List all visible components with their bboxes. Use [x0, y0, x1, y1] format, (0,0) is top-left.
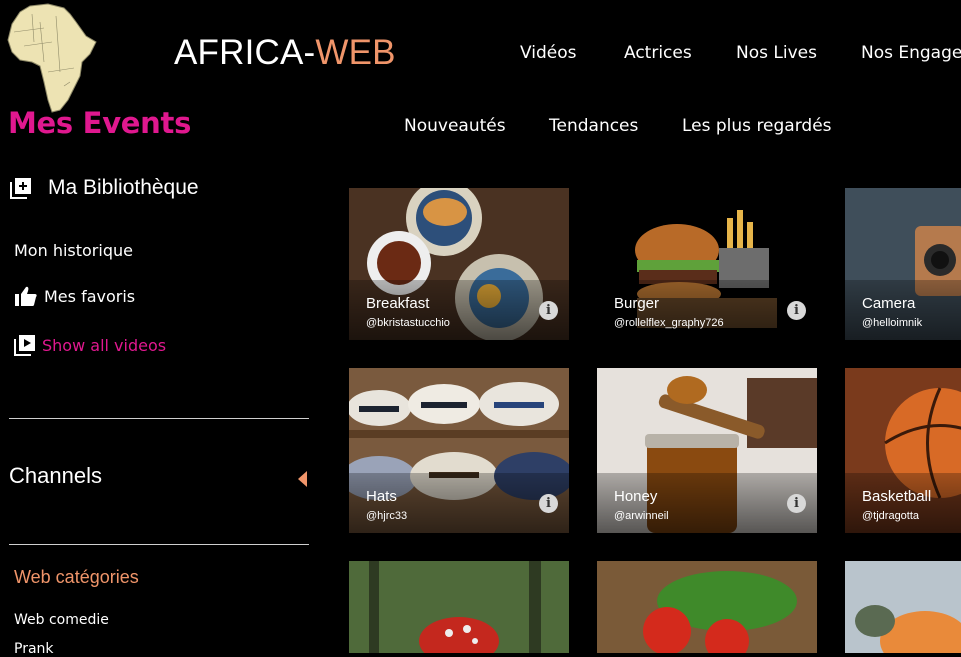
- video-card-mushroom[interactable]: [349, 561, 569, 653]
- video-card-basketball[interactable]: Basketball @tjdragotta: [845, 368, 961, 533]
- channels-heading[interactable]: Channels: [9, 463, 102, 489]
- video-card-camera[interactable]: Camera @helloimnik: [845, 188, 961, 340]
- card-author: @helloimnik: [862, 317, 923, 329]
- africa-map-logo[interactable]: [4, 2, 99, 114]
- brand-part1: AFRICA-: [174, 33, 316, 72]
- web-categories-heading[interactable]: Web catégories: [14, 567, 139, 588]
- video-card-melon[interactable]: [845, 561, 961, 653]
- show-all-videos-label: Show all videos: [42, 335, 167, 355]
- video-card-hats[interactable]: Hats @hjrc33 i: [349, 368, 569, 533]
- video-card-burger[interactable]: Burger @rollelflex_graphy726 i: [597, 188, 817, 340]
- channels-toggle-icon[interactable]: [298, 471, 307, 487]
- card-title: Basketball: [862, 488, 932, 505]
- card-author: @hjrc33: [366, 510, 408, 522]
- card-author: @bkristastucchio: [366, 317, 450, 329]
- nav-nos-lives[interactable]: Nos Lives: [736, 43, 817, 63]
- info-icon[interactable]: i: [787, 494, 806, 513]
- library-add-icon: [10, 178, 31, 199]
- card-author: @rollelflex_graphy726: [614, 317, 724, 329]
- video-card-vegetables[interactable]: [597, 561, 817, 653]
- library-link[interactable]: Ma Bibliothèque: [10, 176, 199, 200]
- divider: [9, 544, 309, 545]
- card-title: Burger: [614, 295, 660, 312]
- category-prank[interactable]: Prank: [14, 641, 54, 657]
- tab-plus-regardes[interactable]: Les plus regardés: [682, 116, 832, 136]
- tab-tendances[interactable]: Tendances: [549, 116, 638, 136]
- mushroom-thumbnail: [349, 561, 569, 653]
- tab-nouveautes[interactable]: Nouveautés: [404, 116, 506, 136]
- nav-actrices[interactable]: Actrices: [624, 43, 692, 63]
- category-web-comedie[interactable]: Web comedie: [14, 612, 109, 628]
- video-card-breakfast[interactable]: Breakfast @bkristastucchio i: [349, 188, 569, 340]
- nav-videos[interactable]: Vidéos: [520, 43, 577, 63]
- thumbs-up-icon: [15, 286, 37, 306]
- info-icon[interactable]: i: [539, 494, 558, 513]
- brand-part2: WEB: [315, 33, 396, 72]
- favorites-label: Mes favoris: [44, 286, 136, 306]
- history-link[interactable]: Mon historique: [14, 241, 133, 260]
- video-card-honey[interactable]: Honey @arwinneil i: [597, 368, 817, 533]
- card-title: Breakfast: [366, 295, 430, 312]
- card-title: Honey: [614, 488, 658, 505]
- card-title: Camera: [862, 295, 916, 312]
- info-icon[interactable]: i: [787, 301, 806, 320]
- card-title: Hats: [366, 488, 397, 505]
- vegetables-thumbnail: [597, 561, 817, 653]
- card-author: @arwinneil: [614, 510, 669, 522]
- divider: [9, 418, 309, 419]
- video-library-icon: [14, 335, 35, 356]
- favorites-link[interactable]: Mes favoris: [14, 285, 135, 307]
- brand-title[interactable]: AFRICA-WEB: [174, 33, 396, 73]
- show-all-videos-link[interactable]: Show all videos: [14, 334, 166, 356]
- card-author: @tjdragotta: [862, 510, 920, 522]
- melon-thumbnail: [845, 561, 961, 653]
- info-icon[interactable]: i: [539, 301, 558, 320]
- nav-nos-engagements[interactable]: Nos Engagements: [861, 43, 961, 63]
- events-title[interactable]: Mes Events: [8, 106, 191, 140]
- library-label: Ma Bibliothèque: [48, 176, 199, 199]
